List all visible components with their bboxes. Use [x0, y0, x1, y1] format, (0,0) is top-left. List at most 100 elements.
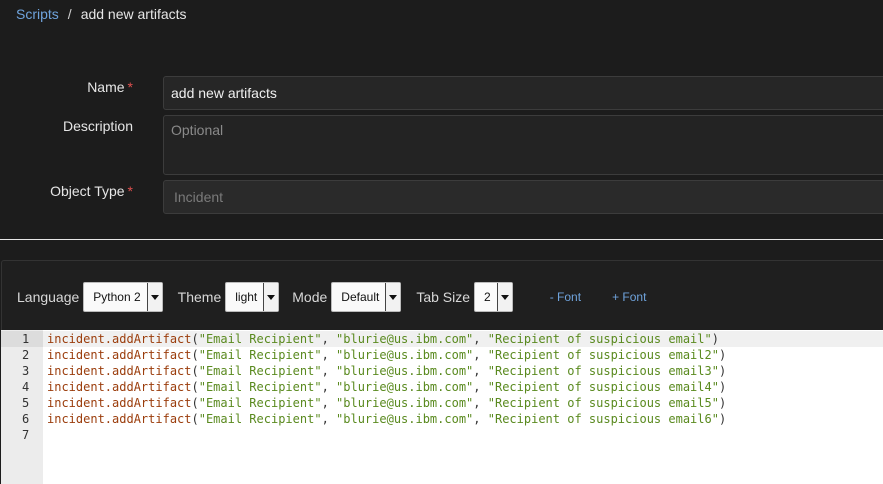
- string-literal: "blurie@us.ibm.com": [336, 348, 474, 362]
- breadcrumb-separator: /: [67, 6, 72, 22]
- code-line-source: incident.addArtifact("Email Recipient", …: [47, 411, 726, 427]
- language-select[interactable]: Python 2: [83, 282, 163, 312]
- function-name: incident.addArtifact: [47, 364, 192, 378]
- function-name: incident.addArtifact: [47, 348, 192, 362]
- string-literal: "Email Recipient": [198, 412, 322, 426]
- required-marker: *: [127, 183, 133, 199]
- string-literal: "Email Recipient": [198, 380, 322, 394]
- function-name: incident.addArtifact: [47, 396, 192, 410]
- code-line[interactable]: 2 incident.addArtifact("Email Recipient",…: [1, 347, 883, 363]
- punctuation: ,: [473, 348, 488, 362]
- object-type-select[interactable]: Incident: [163, 180, 883, 214]
- code-line[interactable]: 4 incident.addArtifact("Email Recipient",…: [1, 379, 883, 395]
- string-literal: "Email Recipient": [198, 364, 322, 378]
- mode-select-value: Default: [341, 290, 380, 304]
- object-type-label: Object Type *: [50, 183, 133, 199]
- tab-size-label: Tab Size: [416, 289, 471, 305]
- punctuation: ,: [473, 380, 488, 394]
- increase-font-button[interactable]: + Font: [612, 290, 646, 304]
- description-label: Description: [62, 118, 133, 134]
- function-name: incident.addArtifact: [47, 380, 192, 394]
- line-number: 6: [22, 412, 30, 426]
- punctuation: ,: [321, 332, 337, 346]
- mode-select[interactable]: Default: [331, 282, 402, 312]
- punctuation: (: [191, 396, 199, 410]
- punctuation: ): [718, 364, 727, 378]
- function-name: incident.addArtifact: [47, 332, 192, 346]
- punctuation: ,: [473, 396, 488, 410]
- function-name: incident.addArtifact: [47, 412, 192, 426]
- punctuation: ): [718, 348, 727, 362]
- decrease-font-button[interactable]: - Font: [550, 290, 581, 304]
- string-literal: "Email Recipient": [198, 348, 322, 362]
- mode-label: Mode: [292, 289, 328, 305]
- code-line[interactable]: 5 incident.addArtifact("Email Recipient",…: [1, 395, 883, 411]
- string-literal: "Recipient of suspicious email6": [487, 412, 719, 426]
- punctuation: ): [718, 412, 727, 426]
- line-number: 1: [1, 331, 43, 347]
- punctuation: ,: [321, 348, 337, 362]
- section-divider: [0, 239, 883, 240]
- required-marker: *: [127, 79, 133, 95]
- string-literal: "blurie@us.ibm.com": [336, 364, 474, 378]
- punctuation: ,: [321, 396, 337, 410]
- chevron-down-icon: [146, 283, 162, 311]
- punctuation: ,: [473, 412, 488, 426]
- string-literal: "Recipient of suspicious email4": [487, 380, 719, 394]
- punctuation: ,: [473, 364, 488, 378]
- code-line-source: incident.addArtifact("Email Recipient", …: [47, 363, 726, 379]
- name-input[interactable]: add new artifacts: [163, 76, 883, 110]
- string-literal: "Email Recipient": [198, 396, 322, 410]
- tab-size-select-value: 2: [484, 290, 491, 304]
- code-line[interactable]: 3 incident.addArtifact("Email Recipient",…: [1, 363, 883, 379]
- line-number: 3: [22, 364, 30, 378]
- code-line-source: incident.addArtifact("Email Recipient", …: [47, 379, 726, 395]
- code-editor[interactable]: 1 incident.addArtifact("Email Recipient",…: [1, 330, 883, 484]
- punctuation: (: [191, 332, 199, 346]
- string-literal: "blurie@us.ibm.com": [336, 332, 474, 346]
- code-line[interactable]: 1 incident.addArtifact("Email Recipient",…: [1, 331, 883, 347]
- punctuation: ,: [321, 412, 337, 426]
- theme-label: Theme: [177, 289, 222, 305]
- punctuation: ,: [321, 364, 337, 378]
- code-line-source: incident.addArtifact("Email Recipient", …: [47, 331, 719, 347]
- punctuation: (: [191, 364, 199, 378]
- name-label: Name *: [87, 79, 133, 95]
- line-number: 4: [22, 380, 30, 394]
- breadcrumb-scripts-link[interactable]: Scripts: [16, 6, 59, 22]
- punctuation: ): [711, 332, 719, 346]
- punctuation: (: [191, 348, 199, 362]
- string-literal: "blurie@us.ibm.com": [336, 396, 474, 410]
- tab-size-select[interactable]: 2: [474, 282, 513, 312]
- string-literal: "Recipient of suspicious email3": [487, 364, 719, 378]
- language-label: Language: [17, 289, 80, 305]
- string-literal: "Recipient of suspicious email2": [487, 348, 719, 362]
- punctuation: ): [718, 396, 727, 410]
- editor-toolbar: Language Python 2 Theme light Mode Defau…: [17, 282, 646, 312]
- punctuation: ): [718, 380, 727, 394]
- string-literal: "blurie@us.ibm.com": [336, 380, 474, 394]
- code-line-source: incident.addArtifact("Email Recipient", …: [47, 395, 726, 411]
- language-select-value: Python 2: [93, 290, 141, 304]
- line-number: 7: [22, 428, 30, 442]
- code-line[interactable]: 6 incident.addArtifact("Email Recipient",…: [1, 411, 883, 427]
- chevron-down-icon: [496, 283, 512, 311]
- punctuation: (: [191, 380, 199, 394]
- breadcrumb: Scripts / add new artifacts: [16, 6, 187, 22]
- description-textarea[interactable]: Optional: [163, 115, 883, 175]
- punctuation: ,: [321, 380, 337, 394]
- theme-select-value: light: [235, 290, 258, 304]
- line-number: 2: [22, 348, 30, 362]
- chevron-down-icon: [263, 283, 279, 311]
- chevron-down-icon: [385, 283, 401, 311]
- punctuation: ,: [473, 332, 488, 346]
- code-line-source: incident.addArtifact("Email Recipient", …: [47, 347, 726, 363]
- code-line[interactable]: 7: [1, 427, 883, 443]
- string-literal: "Recipient of suspicious email": [487, 332, 712, 346]
- punctuation: (: [191, 412, 199, 426]
- string-literal: "Recipient of suspicious email5": [487, 396, 719, 410]
- string-literal: "blurie@us.ibm.com": [336, 412, 474, 426]
- string-literal: "Email Recipient": [198, 332, 322, 346]
- theme-select[interactable]: light: [225, 282, 280, 312]
- name-label-text: Name: [87, 79, 125, 95]
